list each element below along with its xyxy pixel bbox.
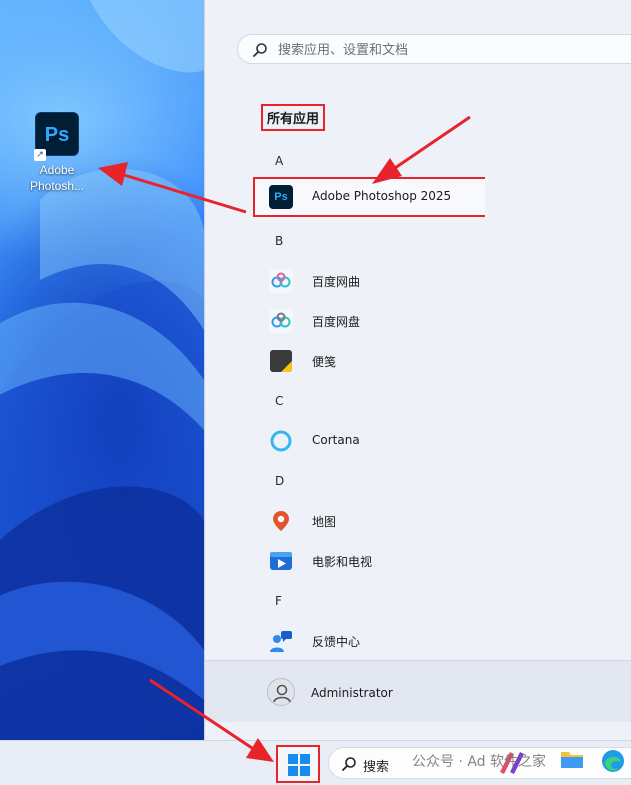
watermark: 公众号 · Ad 软件之家 bbox=[412, 754, 547, 770]
section-letter-b[interactable]: B bbox=[275, 234, 283, 248]
app-item-label: 便笺 bbox=[312, 355, 337, 369]
user-avatar-icon bbox=[273, 684, 291, 703]
app-item-label: Adobe Photoshop 2025 bbox=[312, 189, 452, 203]
app-item-feedback-hub[interactable]: 反馈中心 bbox=[253, 621, 631, 661]
sticky-notes-icon bbox=[270, 350, 292, 372]
app-item-label: 电影和电视 bbox=[312, 555, 373, 569]
app-item-label: Cortana bbox=[312, 433, 360, 447]
app-item-label: 百度网盘 bbox=[312, 315, 361, 329]
app-item-baidu-netdisk-1[interactable]: 百度网曲 bbox=[253, 261, 631, 301]
file-explorer-icon[interactable] bbox=[560, 748, 584, 770]
user-name[interactable]: Administrator bbox=[311, 686, 393, 700]
start-button[interactable] bbox=[276, 745, 320, 783]
section-letter-c[interactable]: C bbox=[275, 394, 283, 408]
section-letter-d[interactable]: D bbox=[275, 474, 284, 488]
maps-icon bbox=[273, 511, 289, 531]
edge-browser-icon[interactable] bbox=[600, 748, 626, 774]
baidu-netdisk-icon bbox=[269, 309, 293, 333]
app-item-label: 反馈中心 bbox=[312, 635, 361, 649]
cortana-icon bbox=[270, 430, 292, 452]
desktop-shortcut-photoshop[interactable]: Ps ↗ Adobe Photosh... bbox=[26, 112, 88, 194]
photoshop-icon: Ps bbox=[269, 185, 293, 209]
feedback-hub-icon bbox=[270, 631, 292, 652]
app-item-cortana[interactable]: Cortana bbox=[253, 421, 631, 461]
start-search-input[interactable] bbox=[278, 39, 618, 61]
search-icon bbox=[253, 43, 267, 57]
start-menu: 所有应用 A Ps Adobe Photoshop 2025 B 百度网曲 百度… bbox=[204, 0, 631, 740]
search-icon bbox=[342, 757, 356, 771]
app-item-movies-tv[interactable]: 电影和电视 bbox=[253, 541, 631, 581]
desktop-shortcut-label: Adobe Photosh... bbox=[29, 163, 85, 193]
baidu-netdisk-icon bbox=[269, 269, 293, 293]
app-item-adobe-photoshop[interactable]: Ps Adobe Photoshop 2025 bbox=[253, 177, 485, 217]
start-search-box[interactable] bbox=[237, 34, 631, 64]
section-letter-f[interactable]: F bbox=[275, 594, 282, 608]
app-item-baidu-netdisk-2[interactable]: 百度网盘 bbox=[253, 301, 631, 341]
windows-logo-icon bbox=[288, 754, 310, 776]
app-item-sticky-notes[interactable]: 便笺 bbox=[253, 341, 631, 381]
app-item-label: 百度网曲 bbox=[312, 275, 361, 289]
shortcut-arrow-icon: ↗ bbox=[34, 149, 46, 161]
section-letter-a[interactable]: A bbox=[275, 154, 283, 168]
user-account-button[interactable] bbox=[267, 678, 295, 706]
taskbar-search-label: 搜索 bbox=[363, 760, 390, 775]
app-item-maps[interactable]: 地图 bbox=[253, 501, 631, 541]
all-apps-title: 所有应用 bbox=[261, 104, 326, 131]
app-item-label: 地图 bbox=[312, 515, 337, 529]
movies-tv-icon bbox=[270, 552, 292, 570]
start-menu-footer: Administrator bbox=[205, 660, 631, 722]
